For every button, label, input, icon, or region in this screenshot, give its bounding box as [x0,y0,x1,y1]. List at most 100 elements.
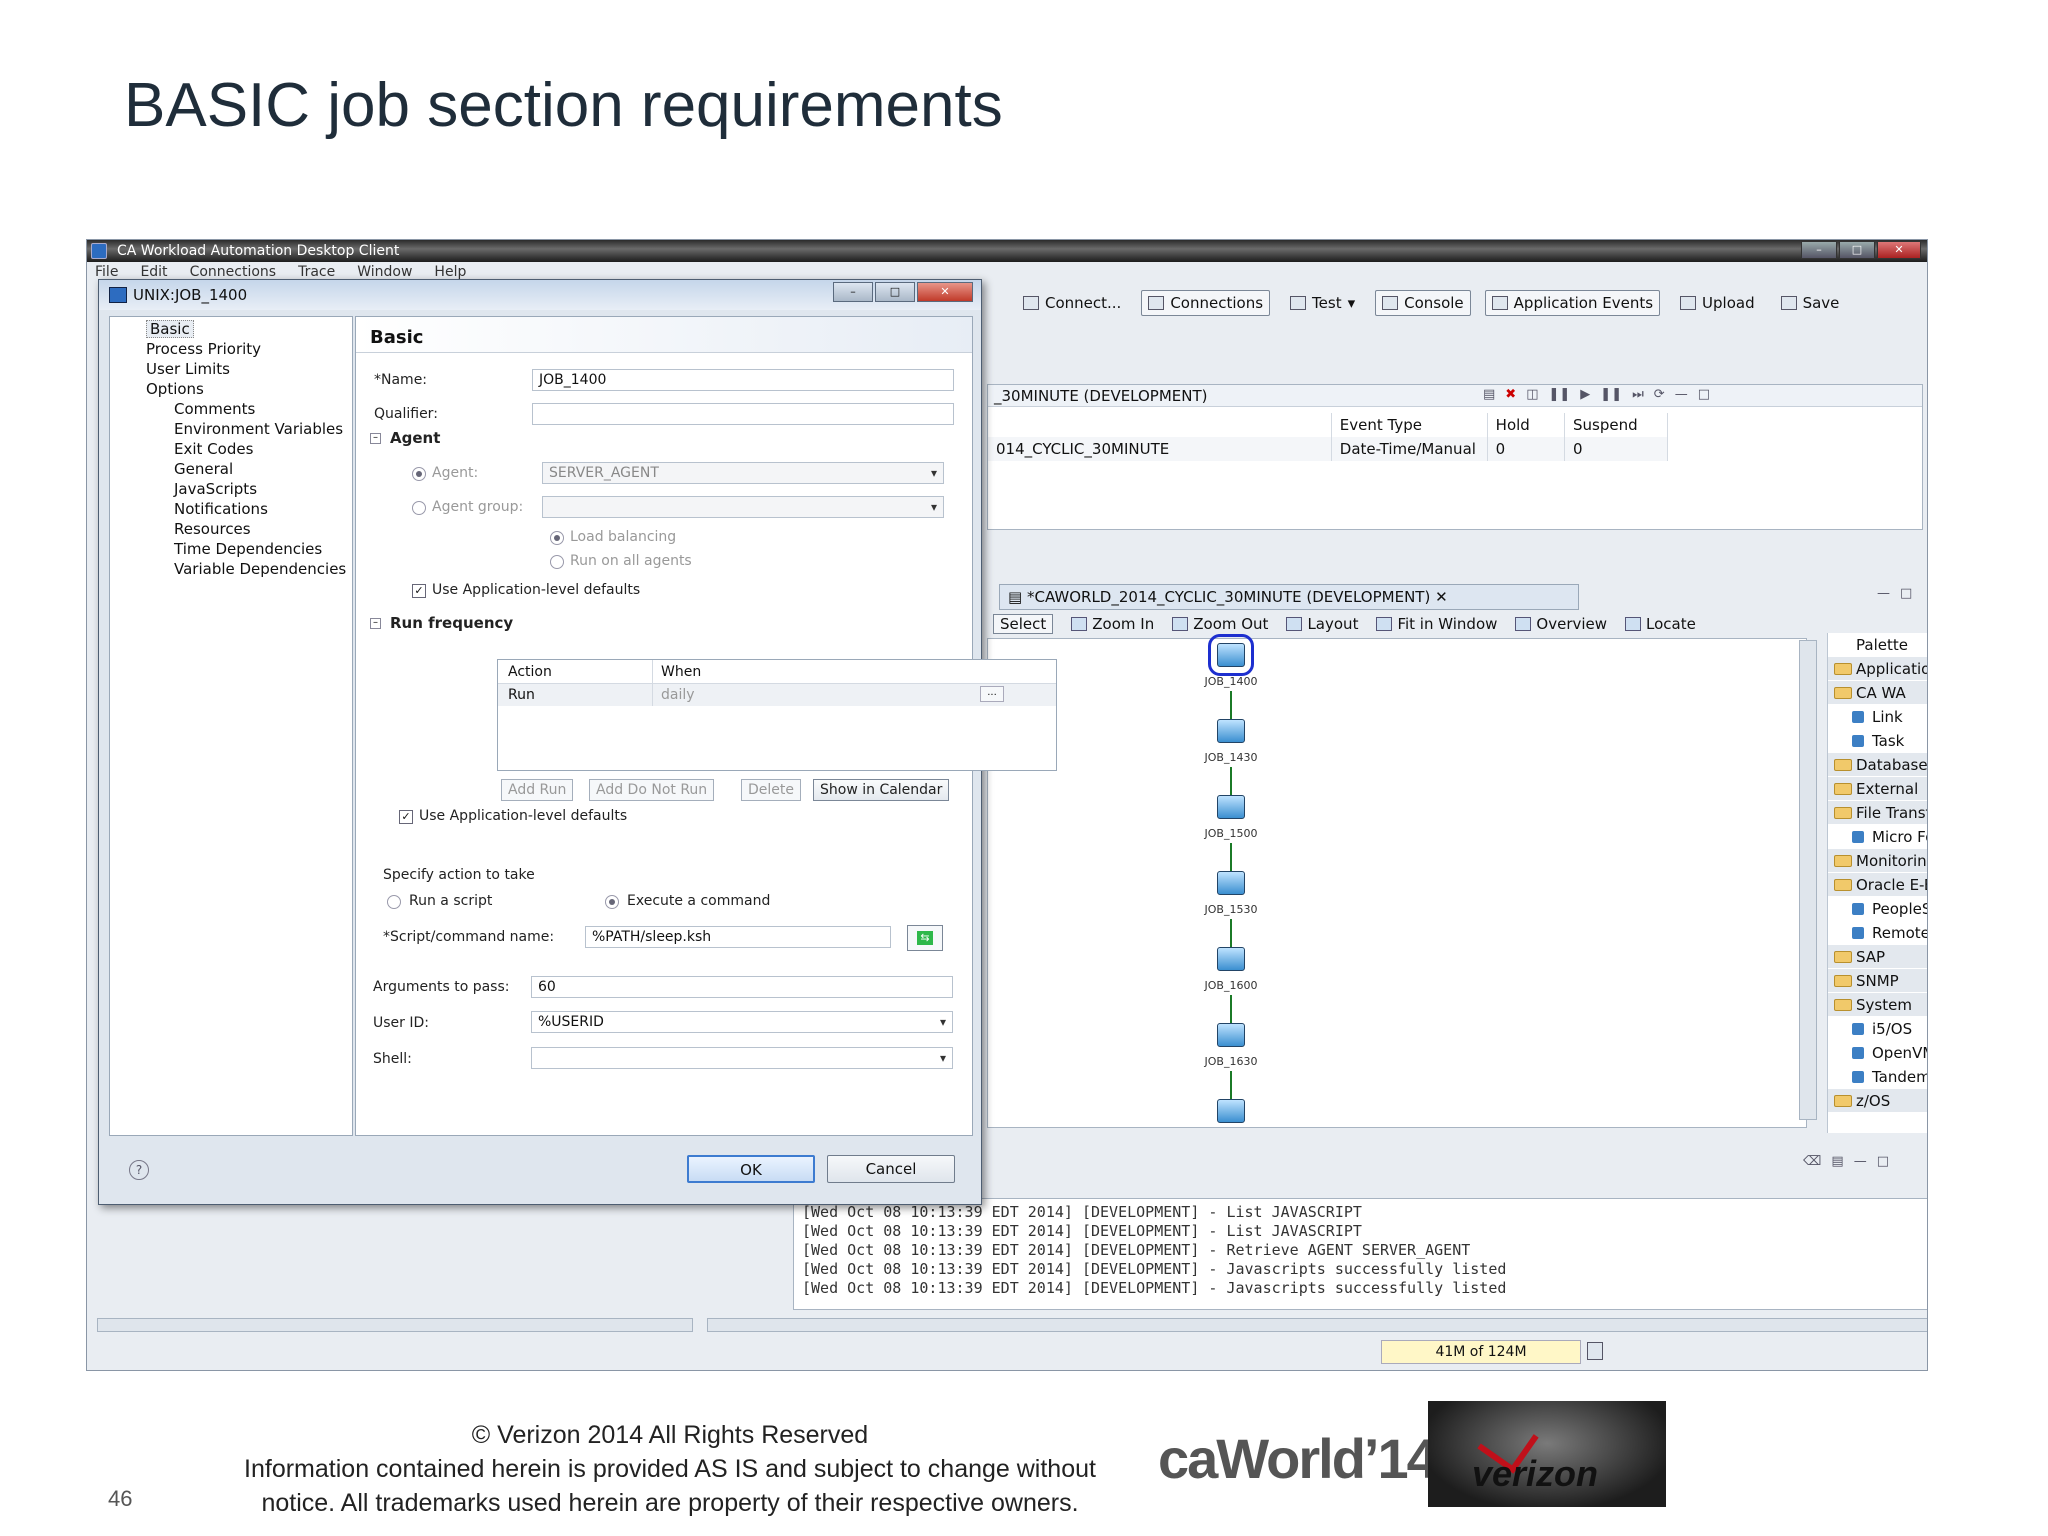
palette-item-application-and[interactable]: Application and ... [1828,657,1927,681]
palette-item-palette[interactable]: Palette [1828,633,1927,657]
save-icon[interactable]: ◫ [1526,387,1538,402]
diagram-tool-locate[interactable]: Locate [1625,615,1696,633]
diagram-tool-fit-in-window[interactable]: Fit in Window [1376,615,1497,633]
palette-item-remoteexecuti[interactable]: RemoteExecuti... [1828,921,1927,945]
tree-item-variable-dependencies[interactable]: Variable Dependencies [110,559,352,579]
menu-item-edit[interactable]: Edit [140,264,167,280]
agent-group-select[interactable] [542,496,944,518]
delete-icon[interactable]: ✖ [1505,387,1516,402]
diagram-tab[interactable]: ▤ *CAWORLD_2014_CYCLIC_30MINUTE (DEVELOP… [999,584,1579,610]
chevron-down-icon[interactable]: ▾ [1348,294,1356,312]
pin-icon[interactable]: ▤ [1831,1154,1843,1169]
step-icon[interactable]: ⏭ [1632,387,1644,402]
maximize-icon[interactable]: □ [1877,1154,1889,1169]
qualifier-field[interactable] [532,403,954,425]
tree-item-javascripts[interactable]: JavaScripts [110,479,352,499]
console-horizontal-scrollbar[interactable] [707,1318,1927,1332]
script-name-field[interactable]: %PATH/sleep.ksh [585,926,891,948]
job-node[interactable] [1217,871,1245,895]
minimize-icon[interactable]: — [1854,1154,1867,1169]
palette-item-peoplesoft[interactable]: PeopleSoft [1828,897,1927,921]
agent-group-radio[interactable] [412,501,426,515]
palette-item-external[interactable]: External [1828,777,1927,801]
diagram-tool-zoom-out[interactable]: Zoom Out [1172,615,1268,633]
maximize-icon[interactable]: □ [1900,586,1912,601]
table-row[interactable]: 014_CYCLIC_30MINUTE Date-Time/Manual 0 0 [988,437,1668,461]
connect-button[interactable]: Connect... [1017,290,1127,316]
arguments-field[interactable]: 60 [531,976,953,998]
more-button[interactable]: ... [980,686,1004,702]
userid-field[interactable]: %USERID [531,1011,953,1033]
diagram-tool-overview[interactable]: Overview [1515,615,1607,633]
palette-item-sap[interactable]: SAP [1828,945,1927,969]
palette-item-link[interactable]: Link [1828,705,1927,729]
palette-item-snmp[interactable]: SNMP [1828,969,1927,993]
tree-item-time-dependencies[interactable]: Time Dependencies [110,539,352,559]
collapse-run-frequency-icon[interactable]: – [370,618,381,629]
palette-item-monitoring[interactable]: Monitoring [1828,849,1927,873]
close-icon[interactable]: ✕ [1435,588,1448,606]
job-node[interactable] [1217,795,1245,819]
dialog-maximize-button[interactable]: □ [875,282,915,302]
delete-button[interactable]: Delete [741,779,801,801]
add-run-button[interactable]: Add Run [501,779,574,801]
palette-item-file-transfer[interactable]: File Transfer [1828,801,1927,825]
menu-item-help[interactable]: Help [434,264,466,280]
browse-script-button[interactable]: ⇆ [907,925,943,951]
test-button[interactable]: Test ▾ [1284,290,1361,316]
run-script-radio[interactable] [387,895,401,909]
palette-item-database[interactable]: Database [1828,753,1927,777]
view-icon[interactable]: ▤ [1483,387,1495,402]
diagram-canvas[interactable] [987,638,1807,1128]
tree-item-basic[interactable]: Basic [110,319,352,339]
add-do-not-run-button[interactable]: Add Do Not Run [589,779,715,801]
tree-item-process-priority[interactable]: Process Priority [110,339,352,359]
job-node[interactable] [1217,1099,1245,1123]
minimize-button[interactable]: – [1801,241,1837,259]
load-balancing-radio[interactable] [550,531,564,545]
suspend-icon[interactable]: ❚❚ [1600,387,1622,402]
connections-button[interactable]: Connections [1141,290,1271,316]
help-icon[interactable]: ? [129,1160,149,1180]
table-row[interactable]: Run daily ... [498,684,1056,706]
menu-item-trace[interactable]: Trace [298,264,335,280]
collapse-agent-icon[interactable]: – [370,433,381,444]
resume-icon[interactable]: ▶ [1580,387,1590,402]
tree-item-user-limits[interactable]: User Limits [110,359,352,379]
agent-radio[interactable] [412,467,426,481]
palette-item-i5-os[interactable]: i5/OS [1828,1017,1927,1041]
tree-item-resources[interactable]: Resources [110,519,352,539]
tree-item-exit-codes[interactable]: Exit Codes [110,439,352,459]
job-node[interactable] [1208,634,1254,676]
minimize-icon[interactable]: — [1877,586,1890,601]
palette-item-task[interactable]: Task [1828,729,1927,753]
job-node[interactable] [1217,719,1245,743]
palette-item-ca-wa[interactable]: CA WA [1828,681,1927,705]
tree-item-general[interactable]: General [110,459,352,479]
cancel-button[interactable]: Cancel [827,1155,955,1183]
save-button[interactable]: Save [1775,290,1846,316]
hold-icon[interactable]: ❚❚ [1549,387,1571,402]
console-button[interactable]: Console [1375,290,1471,316]
menu-item-file[interactable]: File [95,264,118,280]
garbage-collect-icon[interactable] [1587,1342,1603,1360]
minimize-icon[interactable]: — [1675,387,1688,402]
left-horizontal-scrollbar[interactable] [97,1318,693,1332]
diagram-tool-select[interactable]: Select [993,614,1054,634]
run-all-agents-radio[interactable] [550,555,564,569]
refresh-icon[interactable]: ⟳ [1654,387,1665,402]
shell-select[interactable] [531,1047,953,1069]
diagram-tool-layout[interactable]: Layout [1286,615,1358,633]
close-button[interactable]: ✕ [1877,241,1921,259]
palette-item-oracle-e-busines[interactable]: Oracle E-Busines... [1828,873,1927,897]
tree-item-comments[interactable]: Comments [110,399,352,419]
tree-item-options[interactable]: Options [110,379,352,399]
diagram-vertical-scrollbar[interactable] [1799,640,1817,1120]
diagram-tool-zoom-in[interactable]: Zoom In [1071,615,1154,633]
name-field[interactable]: JOB_1400 [532,369,954,391]
use-app-defaults-2-checkbox[interactable]: ✓ [399,810,413,824]
tree-item-environment-variables[interactable]: Environment Variables [110,419,352,439]
menu-item-connections[interactable]: Connections [190,264,277,280]
palette-item-openvms[interactable]: OpenVMS [1828,1041,1927,1065]
show-in-calendar-button[interactable]: Show in Calendar [813,779,950,801]
